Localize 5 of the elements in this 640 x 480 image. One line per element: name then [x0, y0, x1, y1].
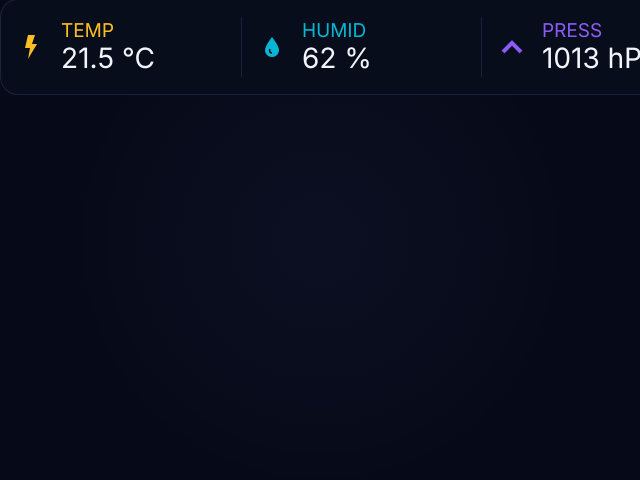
sensor-label: HUMID	[302, 20, 368, 42]
sensor-value: 21.5 °C	[61, 42, 155, 74]
sensor-label: TEMP	[61, 20, 115, 42]
sensor-label: PRESS	[542, 20, 604, 42]
sensor-value: 62 %	[302, 42, 372, 74]
